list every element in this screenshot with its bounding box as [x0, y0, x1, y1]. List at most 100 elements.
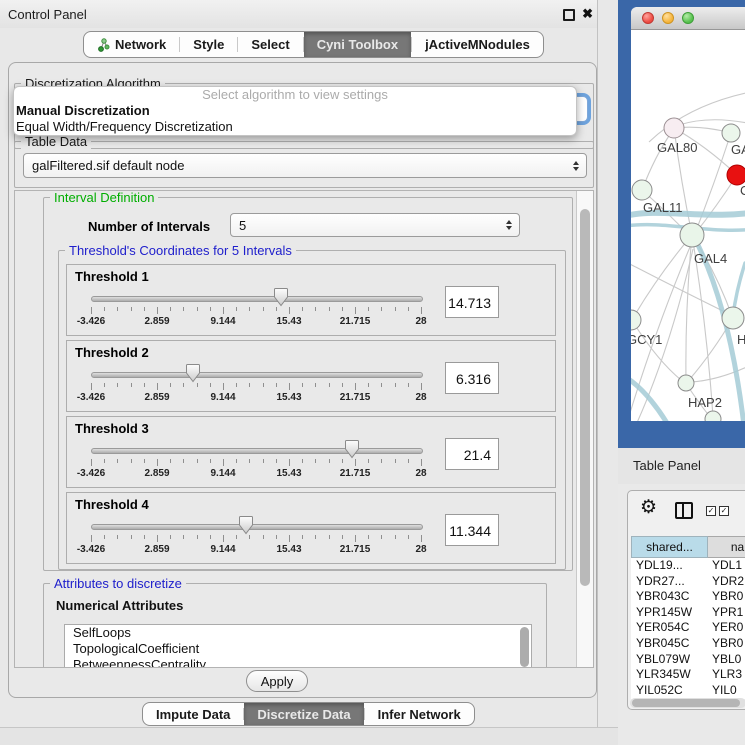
slider-track[interactable] [91, 372, 423, 378]
number-of-intervals-combobox[interactable]: 5 [230, 213, 520, 237]
tab-style[interactable]: Style [180, 32, 237, 57]
table-row[interactable]: YER054CYER0 [631, 620, 745, 636]
slider-track[interactable] [91, 524, 423, 530]
threshold-value-field[interactable]: 14.713 [445, 286, 499, 318]
table-row[interactable]: YIL052CYIL0 [631, 683, 745, 699]
group-title: Threshold's Coordinates for 5 Intervals [65, 243, 296, 258]
network-node-gcy1[interactable] [631, 310, 641, 330]
dropdown-option-equal-width-frequency-discretization[interactable]: Equal Width/Frequency Discretization [14, 119, 576, 135]
slider-thumb-icon[interactable] [238, 515, 254, 535]
tick-label: -3.426 [69, 544, 113, 555]
cell-name[interactable]: YPR1 [708, 605, 743, 621]
threshold-slider[interactable]: -3.4262.8599.14415.4321.71528 [67, 265, 437, 337]
close-traffic-light-icon[interactable] [642, 12, 654, 24]
checkbox-icon[interactable]: ✓ [706, 506, 716, 516]
slider-track[interactable] [91, 296, 423, 302]
slider-ticks [67, 307, 437, 315]
tab-jactivemnodules[interactable]: jActiveMNodules [412, 32, 543, 57]
control-panel-titlebar: Control Panel ✖ [0, 0, 598, 28]
cell-name[interactable]: YLR3 [708, 667, 742, 683]
dropdown-option-manual-discretization[interactable]: Manual Discretization [14, 103, 576, 119]
apply-button[interactable]: Apply [246, 670, 308, 692]
cell-shared-name[interactable]: YIL052C [631, 683, 708, 699]
cell-name[interactable]: YIL0 [708, 683, 737, 699]
network-node[interactable] [705, 411, 721, 421]
list-scrollbar[interactable] [520, 627, 529, 667]
cell-shared-name[interactable]: YPR145W [631, 605, 708, 621]
attribute-items: SelfLoopsTopologicalCoefficientBetweenne… [65, 625, 531, 668]
cell-name[interactable]: YDR2 [708, 574, 744, 590]
threshold-slider[interactable]: -3.4262.8599.14415.4321.71528 [67, 493, 437, 565]
threshold-panel-4: Threshold 4 -3.4262.8599.14415.4321.7152… [66, 492, 556, 564]
node-label-ga: GA [731, 142, 745, 157]
cell-shared-name[interactable]: YER054C [631, 620, 708, 636]
slider-track[interactable] [91, 448, 423, 454]
float-window-icon[interactable] [563, 9, 575, 21]
minimize-traffic-light-icon[interactable] [662, 12, 674, 24]
cell-shared-name[interactable]: YBR045C [631, 636, 708, 652]
threshold-value-field[interactable]: 11.344 [445, 514, 499, 546]
vertical-scrollbar[interactable] [576, 191, 593, 667]
threshold-value-field[interactable]: 21.4 [445, 438, 499, 470]
cell-name[interactable]: YER0 [708, 620, 743, 636]
network-node-gal11[interactable] [632, 180, 652, 200]
cell-shared-name[interactable]: YBR043C [631, 589, 708, 605]
column-layout-icon[interactable] [675, 502, 693, 519]
slider-thumb-icon[interactable] [273, 287, 289, 307]
network-node-c[interactable] [727, 165, 745, 185]
cell-shared-name[interactable]: YDR27... [631, 574, 708, 590]
network-node-gal4[interactable] [680, 223, 704, 247]
table-row[interactable]: YDL19...YDL1 [631, 558, 745, 574]
gear-icon[interactable]: ⚙ [640, 498, 657, 517]
table-row[interactable]: YBR043CYBR0 [631, 589, 745, 605]
group-title: Interval Definition [50, 190, 158, 205]
node-label-h: H [737, 332, 745, 347]
table-row[interactable]: YLR345WYLR3 [631, 667, 745, 683]
table-row[interactable]: YPR145WYPR1 [631, 605, 745, 621]
tab-impute-data[interactable]: Impute Data [143, 703, 243, 725]
network-node-gal80[interactable] [664, 118, 684, 138]
network-node-ga[interactable] [722, 124, 740, 142]
network-window-titlebar[interactable] [631, 7, 745, 30]
column-header-shared-name[interactable]: shared... [631, 536, 708, 558]
horizontal-scrollbar[interactable] [630, 698, 745, 708]
cell-shared-name[interactable]: YDL19... [631, 558, 708, 574]
attribute-item-topologicalcoefficient[interactable]: TopologicalCoefficient [65, 641, 531, 657]
panel-title: Control Panel [8, 7, 87, 22]
cell-shared-name[interactable]: YBL079W [631, 652, 708, 668]
horizontal-scrollbar-thumb[interactable] [632, 699, 740, 707]
close-icon[interactable]: ✖ [582, 6, 593, 22]
threshold-slider[interactable]: -3.4262.8599.14415.4321.71528 [67, 417, 437, 489]
tab-cyni-toolbox[interactable]: Cyni Toolbox [304, 32, 411, 57]
table-row[interactable]: YBL079WYBL0 [631, 652, 745, 668]
threshold-slider[interactable]: -3.4262.8599.14415.4321.71528 [67, 341, 437, 413]
tab-label: Select [251, 37, 289, 52]
cell-name[interactable]: YBR0 [708, 589, 743, 605]
table-data-combobox[interactable]: galFiltered.sif default node [23, 153, 587, 178]
network-node-hap2[interactable] [678, 375, 694, 391]
tab-select[interactable]: Select [238, 32, 302, 57]
numerical-attributes-list[interactable]: SelfLoopsTopologicalCoefficientBetweenne… [64, 624, 532, 668]
panel-divider[interactable] [597, 0, 598, 745]
attribute-item-selfloops[interactable]: SelfLoops [65, 625, 531, 641]
slider-thumb-icon[interactable] [185, 363, 201, 383]
network-node-h[interactable] [722, 307, 744, 329]
cell-name[interactable]: YBR0 [708, 636, 743, 652]
threshold-value-field[interactable]: 6.316 [445, 362, 499, 394]
attribute-item-betweennesscentrality[interactable]: BetweennessCentrality [65, 657, 531, 668]
network-canvas[interactable]: GAL80GACGAL11GAL4GCY1HHAP2 [631, 30, 745, 421]
table-row[interactable]: YDR27...YDR2 [631, 574, 745, 590]
checkbox-icon[interactable]: ✓ [719, 506, 729, 516]
tab-infer-network[interactable]: Infer Network [365, 703, 474, 725]
zoom-traffic-light-icon[interactable] [682, 12, 694, 24]
algorithm-dropdown-popup: Select algorithm to view settings Manual… [13, 86, 577, 136]
cell-shared-name[interactable]: YLR345W [631, 667, 708, 683]
cell-name[interactable]: YBL0 [708, 652, 741, 668]
tab-network[interactable]: Network [84, 32, 179, 57]
column-header-name[interactable]: na [708, 536, 745, 558]
tab-discretize-data[interactable]: Discretize Data [244, 703, 363, 725]
cell-name[interactable]: YDL1 [708, 558, 742, 574]
table-row[interactable]: YBR045CYBR0 [631, 636, 745, 652]
vertical-scrollbar-thumb[interactable] [580, 209, 590, 586]
slider-thumb-icon[interactable] [344, 439, 360, 459]
